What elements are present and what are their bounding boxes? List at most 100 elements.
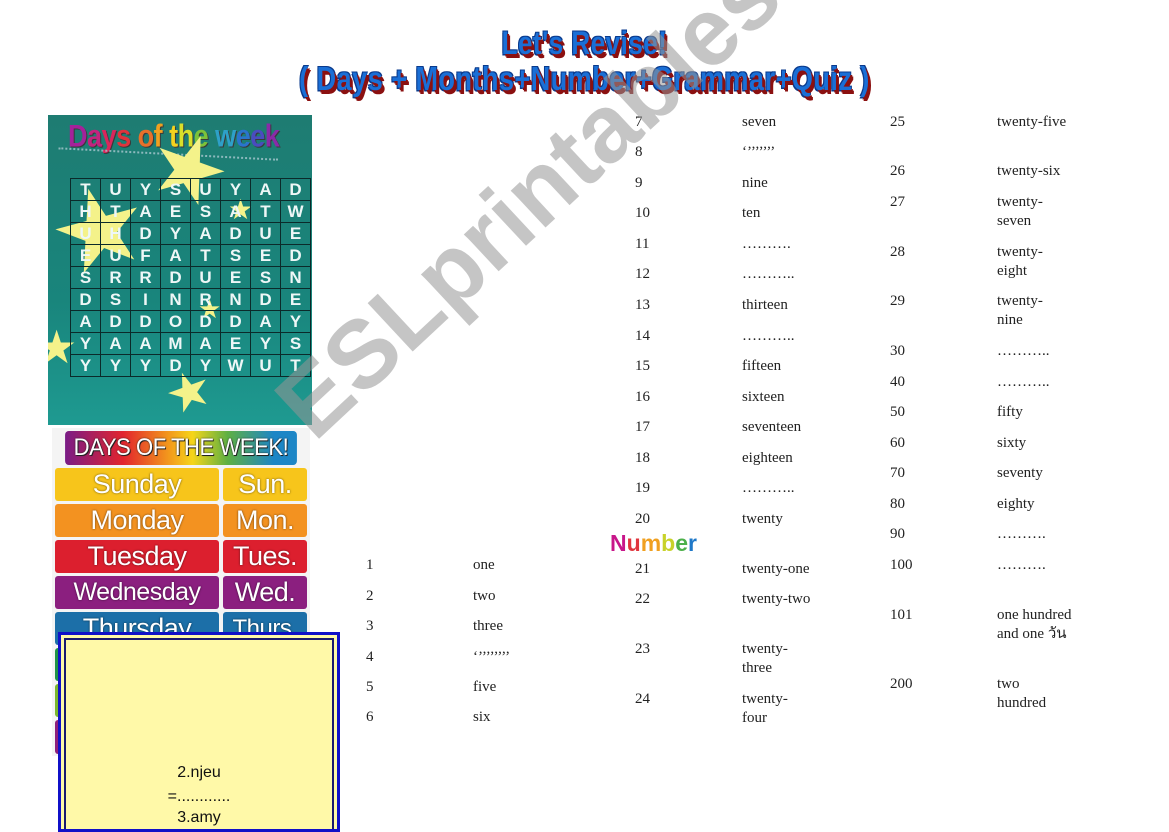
grid-cell: E [220, 332, 251, 355]
grid-cell: Y [130, 354, 161, 377]
grid-cell: T [250, 200, 281, 223]
title-letter [131, 119, 138, 155]
number-digit: 10 [635, 205, 650, 221]
grid-cell: E [220, 266, 251, 289]
number-digit: 7 [635, 114, 643, 130]
label-letter: e [675, 530, 688, 556]
grid-cell: S [160, 178, 191, 201]
number-digit: 16 [635, 389, 650, 405]
number-digit: 101 [890, 607, 913, 623]
grid-cell: A [70, 310, 101, 333]
grid-cell: E [280, 222, 311, 245]
grid-cell: U [70, 222, 101, 245]
grid-row: TUYSUYAD [70, 178, 311, 201]
number-digit: 2 [366, 588, 374, 604]
label-letter: u [626, 530, 641, 556]
grid-cell: D [130, 310, 161, 333]
number-digit: 50 [890, 404, 905, 420]
number-word: ……….. [997, 343, 1050, 359]
number-digit: 15 [635, 358, 650, 374]
grid-cell: D [70, 288, 101, 311]
number-word: fifty [997, 404, 1023, 420]
grid-cell: H [100, 222, 131, 245]
grid-cell: D [160, 354, 191, 377]
number-digit: 100 [890, 557, 913, 573]
grid-cell: A [130, 200, 161, 223]
number-digit: 70 [890, 465, 905, 481]
grid-cell: A [190, 222, 221, 245]
grid-cell: N [220, 288, 251, 311]
title-letter: s [116, 118, 131, 154]
grid-cell: T [280, 354, 311, 377]
number-word: twenty-two [742, 591, 811, 607]
number-word: six [473, 709, 491, 725]
grid-cell: D [280, 244, 311, 267]
grid-cell: U [190, 266, 221, 289]
quiz-line: =............ [167, 788, 231, 805]
grid-cell: N [280, 266, 311, 289]
number-digit: 80 [890, 496, 905, 512]
grid-cell: F [130, 244, 161, 267]
number-word: ………. [997, 526, 1046, 542]
grid-cell: U [100, 244, 131, 267]
number-digit: 8 [635, 144, 643, 160]
grid-cell: S [220, 244, 251, 267]
grid-cell: S [100, 288, 131, 311]
number-word: twenty-seven [997, 194, 1043, 229]
grid-cell: D [100, 310, 131, 333]
grid-cell: S [280, 332, 311, 355]
grid-cell: U [250, 354, 281, 377]
day-abbreviation: Mon. [223, 504, 307, 537]
number-word: ………. [742, 236, 791, 252]
number-word: twenty-nine [997, 293, 1043, 328]
day-abbreviation: Sun. [223, 468, 307, 501]
number-digit: 24 [635, 691, 650, 707]
day-full-name: Tuesday [55, 540, 219, 573]
grid-cell: O [160, 310, 191, 333]
day-abbreviation: Tues. [223, 540, 307, 573]
number-digit: 28 [890, 244, 905, 260]
number-word: fifteen [742, 358, 782, 374]
number-word: twenty-five [997, 114, 1067, 130]
label-letter: b [661, 530, 676, 556]
number-digit: 14 [635, 328, 650, 344]
grid-cell: E [160, 200, 191, 223]
number-word: ……….. [997, 374, 1050, 390]
number-digit: 25 [890, 114, 905, 130]
grid-cell: Y [100, 354, 131, 377]
number-digit: 5 [366, 679, 374, 695]
number-word: two hundred [997, 676, 1047, 711]
grid-cell: E [280, 288, 311, 311]
grid-cell: W [280, 200, 311, 223]
number-word: five [473, 679, 497, 695]
grid-row: EUFATSED [70, 244, 311, 267]
number-word: ……….. [742, 266, 795, 282]
number-digit: 27 [890, 194, 905, 210]
number-word: twenty [742, 511, 783, 527]
grid-cell: A [250, 178, 281, 201]
grid-cell: Y [70, 332, 101, 355]
grid-cell: D [220, 222, 251, 245]
number-digit: 60 [890, 435, 905, 451]
number-word: ……….. [742, 480, 795, 496]
grid-cell: W [220, 354, 251, 377]
grid-row: UHDYADUE [70, 222, 311, 245]
grid-cell: Y [70, 354, 101, 377]
number-digit: 22 [635, 591, 650, 607]
day-full-name: Monday [55, 504, 219, 537]
number-word: seventy [997, 465, 1043, 481]
grid-cell: U [250, 222, 281, 245]
number-digit: 19 [635, 480, 650, 496]
grid-cell: T [100, 200, 131, 223]
number-digit: 13 [635, 297, 650, 313]
number-digit: 12 [635, 266, 650, 282]
poster-heading: DAYS OF THE WEEK! [65, 431, 297, 465]
number-digit: 21 [635, 561, 650, 577]
grid-row: YYYDYWUT [70, 354, 311, 377]
grid-cell: U [100, 178, 131, 201]
number-digit: 11 [635, 236, 650, 252]
number-word: eighteen [742, 450, 793, 466]
number-word: twenty-eight [997, 244, 1043, 279]
label-letter: N [610, 530, 627, 556]
label-letter: m [640, 530, 662, 556]
